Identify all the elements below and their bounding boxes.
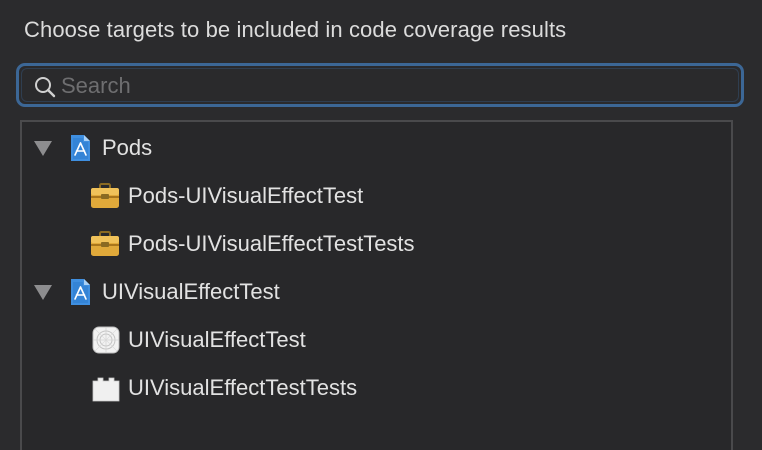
app-target-icon <box>92 326 120 354</box>
xcode-project-icon <box>71 279 90 305</box>
disclosure-triangle-icon[interactable] <box>34 285 52 300</box>
tree-row-label: UIVisualEffectTest <box>128 327 306 352</box>
tree-row-target[interactable]: Pods-UIVisualEffectTestTests <box>22 220 731 268</box>
tree-row-label: Pods <box>102 135 153 160</box>
test-bundle-icon <box>92 377 120 402</box>
tree-row-target[interactable]: UIVisualEffectTestTests <box>22 364 731 412</box>
magnifying-glass-icon <box>35 77 56 98</box>
tree-row-label: Pods-UIVisualEffectTest <box>128 183 364 208</box>
tree-row-project-pods[interactable]: Pods <box>22 124 731 172</box>
framework-toolbox-icon <box>91 183 119 208</box>
tree-row-target[interactable]: Pods-UIVisualEffectTest <box>22 172 731 220</box>
search-field[interactable] <box>16 63 744 107</box>
tree-row-label: Pods-UIVisualEffectTestTests <box>128 231 415 256</box>
tree-row-target[interactable]: UIVisualEffectTest <box>22 316 731 364</box>
tree-row-label: UIVisualEffectTestTests <box>128 375 358 400</box>
xcode-project-icon <box>71 135 90 161</box>
targets-outline[interactable]: Pods Pods-UIVisualEffectTest Pods-UIVisu… <box>20 120 733 450</box>
dialog-title: Choose targets to be included in code co… <box>24 17 567 42</box>
search-input[interactable] <box>61 72 721 100</box>
disclosure-triangle-icon[interactable] <box>34 141 52 156</box>
framework-toolbox-icon <box>91 231 119 256</box>
tree-row-project-uivisualeffecttest[interactable]: UIVisualEffectTest <box>22 268 731 316</box>
tree-row-label: UIVisualEffectTest <box>102 279 280 304</box>
